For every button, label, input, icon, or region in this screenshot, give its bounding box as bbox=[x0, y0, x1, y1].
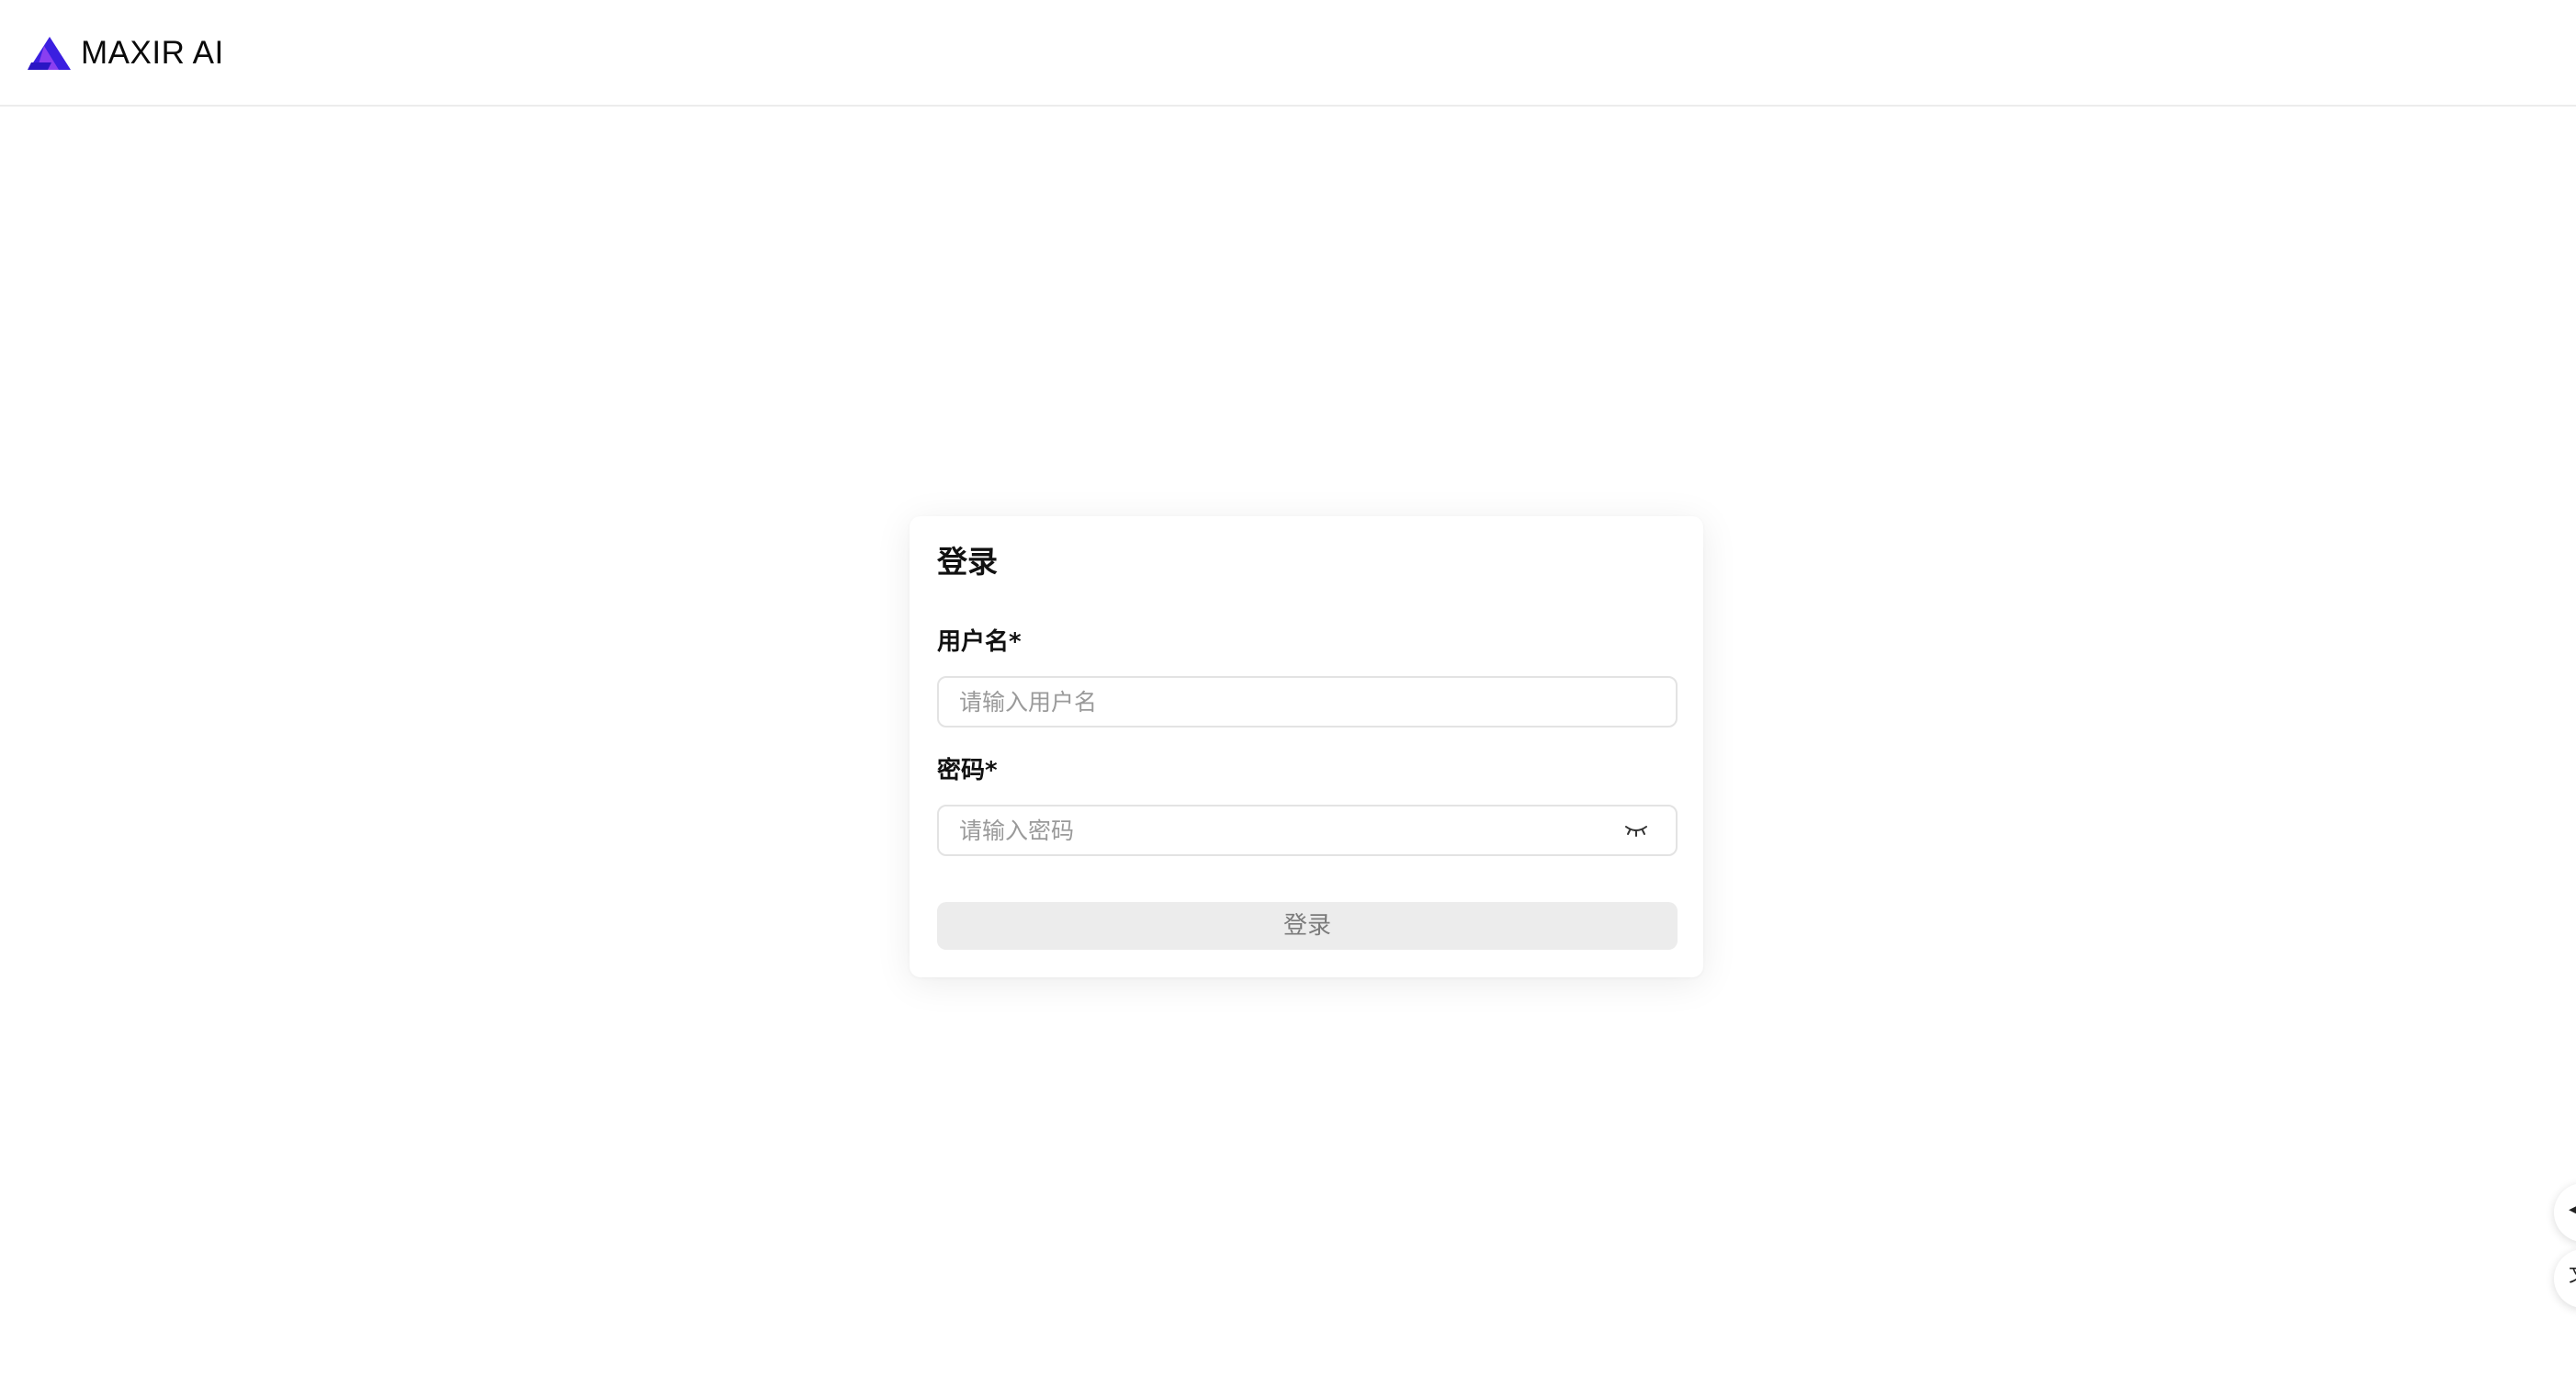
username-label: 用户名* bbox=[937, 628, 1022, 656]
arrow-left-icon: ◀ bbox=[2569, 1200, 2576, 1220]
translate-icon: 文 bbox=[2569, 1266, 2576, 1286]
login-title: 登录 bbox=[937, 544, 998, 580]
login-card: 登录 用户名* 密码* 登录 bbox=[910, 516, 1703, 977]
triangle-logo-icon bbox=[28, 35, 72, 72]
floating-button[interactable]: 文 bbox=[2554, 1249, 2576, 1308]
password-label: 密码* bbox=[937, 757, 998, 784]
password-input[interactable] bbox=[937, 805, 1678, 856]
username-input[interactable] bbox=[937, 676, 1678, 727]
floating-button[interactable]: ◀ bbox=[2554, 1183, 2576, 1242]
brand-name: MAXIR AI bbox=[81, 35, 224, 71]
login-button[interactable]: 登录 bbox=[937, 902, 1678, 950]
top-header: MAXIR AI bbox=[0, 0, 2576, 107]
eye-closed-icon[interactable] bbox=[1622, 818, 1650, 843]
brand[interactable]: MAXIR AI bbox=[28, 33, 224, 73]
